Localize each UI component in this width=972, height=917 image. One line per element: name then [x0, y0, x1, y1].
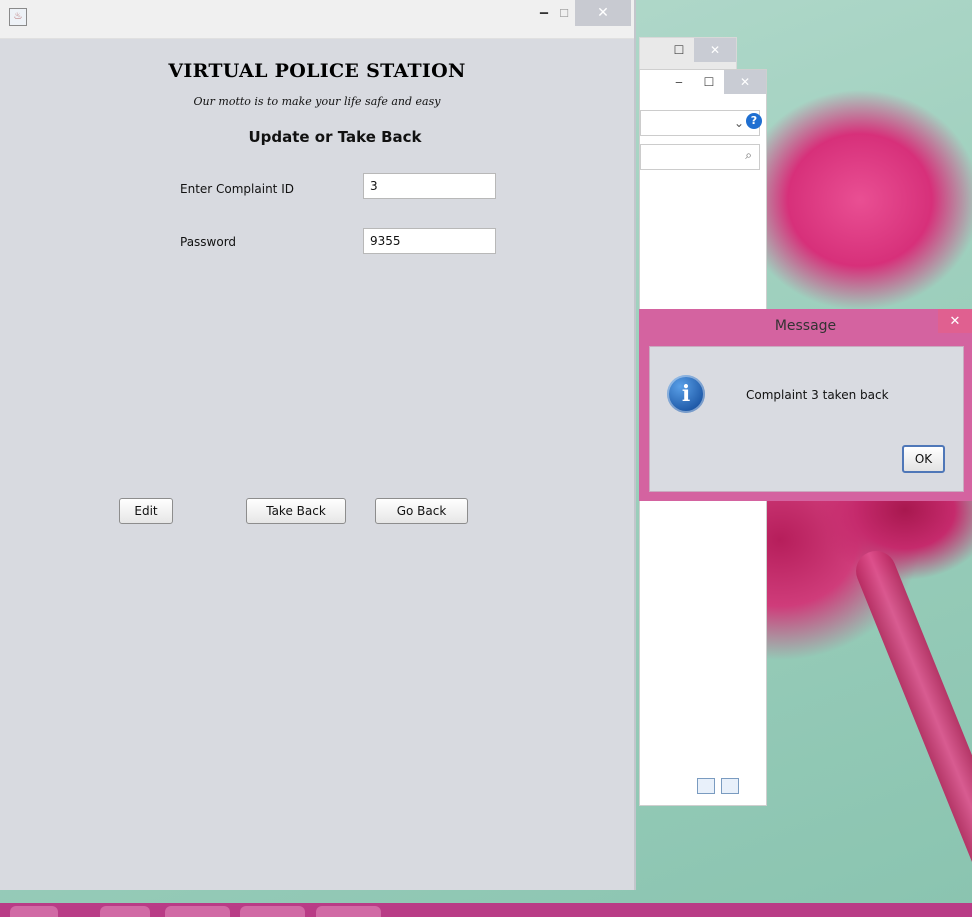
minimize-icon[interactable]: ‒ [664, 70, 694, 94]
explorer-window-controls: ‒ ☐ ✕ [664, 70, 766, 98]
taskbar-app-icon[interactable] [165, 906, 230, 917]
taskbar-browser-icon[interactable] [10, 906, 58, 917]
close-icon[interactable]: ✕ [724, 70, 766, 94]
window-titlebar[interactable]: ♨ ‒ ☐ ✕ [0, 0, 634, 39]
info-icon: i [667, 375, 705, 413]
explorer-view-toggle [697, 778, 739, 794]
large-icons-view-icon[interactable] [721, 778, 739, 794]
maximize-icon[interactable]: ☐ [664, 38, 694, 62]
explorer-search-input[interactable] [640, 144, 760, 170]
password-field[interactable] [363, 228, 496, 254]
edit-button[interactable]: Edit [119, 498, 173, 524]
dialog-body: i Complaint 3 taken back OK [649, 346, 964, 492]
ok-button[interactable]: OK [902, 445, 945, 473]
maximize-button[interactable]: ☐ [552, 0, 576, 26]
maximize-icon[interactable]: ☐ [694, 70, 724, 94]
dialog-titlebar[interactable]: Message ✕ [639, 309, 972, 345]
app-motto: Our motto is to make your life safe and … [193, 95, 441, 108]
taskbar-ie-icon[interactable] [100, 906, 150, 917]
dialog-close-button[interactable]: ✕ [938, 309, 972, 333]
background-window-back-controls: ☐ ✕ [664, 38, 736, 66]
dialog-message: Complaint 3 taken back [746, 388, 889, 402]
help-icon[interactable]: ? [746, 113, 762, 129]
dialog-title: Message [774, 318, 837, 334]
close-icon[interactable]: ✕ [694, 38, 736, 62]
chevron-down-icon[interactable]: ⌄ [734, 116, 744, 130]
close-button[interactable]: ✕ [575, 0, 631, 26]
search-icon[interactable]: ⌕ [745, 148, 752, 163]
java-icon: ♨ [9, 8, 27, 26]
password-label: Password [180, 235, 237, 249]
taskbar-explorer-icon[interactable] [316, 906, 381, 917]
complaint-id-label: Enter Complaint ID [180, 182, 294, 196]
update-takeback-window: ♨ ‒ ☐ ✕ VIRTUAL POLICE STATION Our motto… [0, 0, 636, 890]
taskbar-java-icon[interactable] [240, 906, 305, 917]
details-view-icon[interactable] [697, 778, 715, 794]
message-dialog: Message ✕ i Complaint 3 taken back OK [639, 309, 972, 501]
go-back-button[interactable]: Go Back [375, 498, 468, 524]
complaint-id-field[interactable] [363, 173, 496, 199]
take-back-button[interactable]: Take Back [246, 498, 346, 524]
page-title: Update or Take Back [248, 128, 422, 146]
app-title: VIRTUAL POLICE STATION [168, 60, 466, 82]
